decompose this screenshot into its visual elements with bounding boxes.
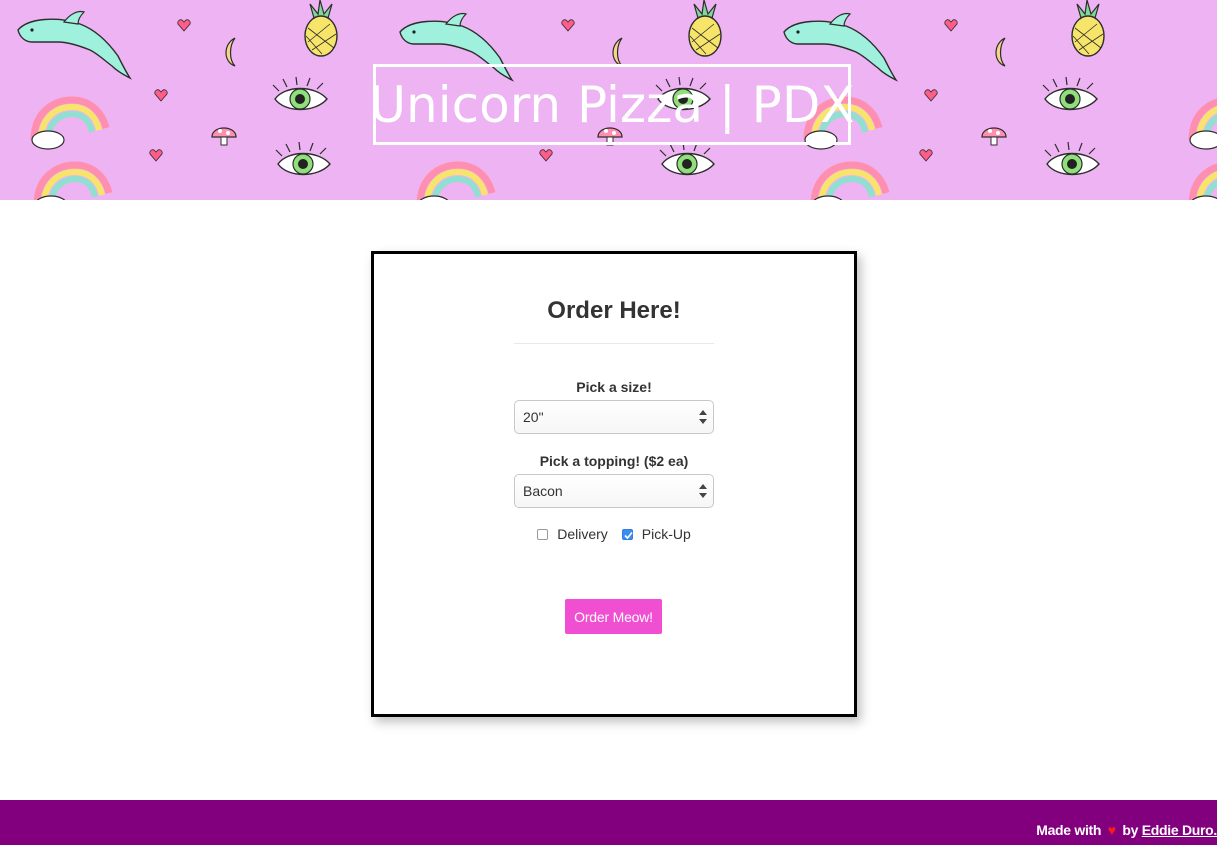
pickup-option[interactable]: Pick-Up [621, 526, 691, 542]
heart-icon: ♥ [1107, 822, 1116, 838]
fulfillment-options: Delivery Pick-Up [374, 526, 854, 542]
pickup-checkbox[interactable] [621, 528, 633, 540]
checkmark-icon [624, 531, 633, 539]
pickup-label: Pick-Up [641, 526, 691, 542]
order-button[interactable]: Order Meow! [565, 599, 662, 634]
site-title-box: Unicorn Pizza | PDX [369, 64, 855, 145]
size-label: Pick a size! [576, 379, 652, 395]
footer: Made with ♥ by Eddie Duro. [0, 800, 1217, 845]
order-card: Order Here! Pick a size! 20" Pick a topp… [371, 251, 857, 717]
footer-by: by [1122, 822, 1139, 838]
order-heading: Order Here! [547, 297, 681, 324]
site-title: Unicorn Pizza | PDX [369, 75, 855, 134]
footer-made-with: Made with [1036, 822, 1102, 838]
footer-credit: Made with ♥ by Eddie Duro. [1036, 822, 1217, 838]
delivery-checkbox[interactable] [537, 528, 549, 540]
topping-select-value: Bacon [523, 483, 563, 499]
delivery-label: Delivery [557, 526, 608, 542]
size-select-value: 20" [523, 409, 544, 425]
select-arrows-icon [699, 484, 707, 498]
topping-label: Pick a topping! ($2 ea) [539, 453, 689, 469]
header-banner: Unicorn Pizza | PDX [0, 0, 1217, 200]
topping-select[interactable]: Bacon [514, 474, 714, 508]
heading-divider [514, 343, 714, 344]
delivery-option[interactable]: Delivery [537, 526, 608, 542]
size-select[interactable]: 20" [514, 400, 714, 434]
select-arrows-icon [699, 410, 707, 424]
author-link[interactable]: Eddie Duro. [1142, 822, 1217, 838]
